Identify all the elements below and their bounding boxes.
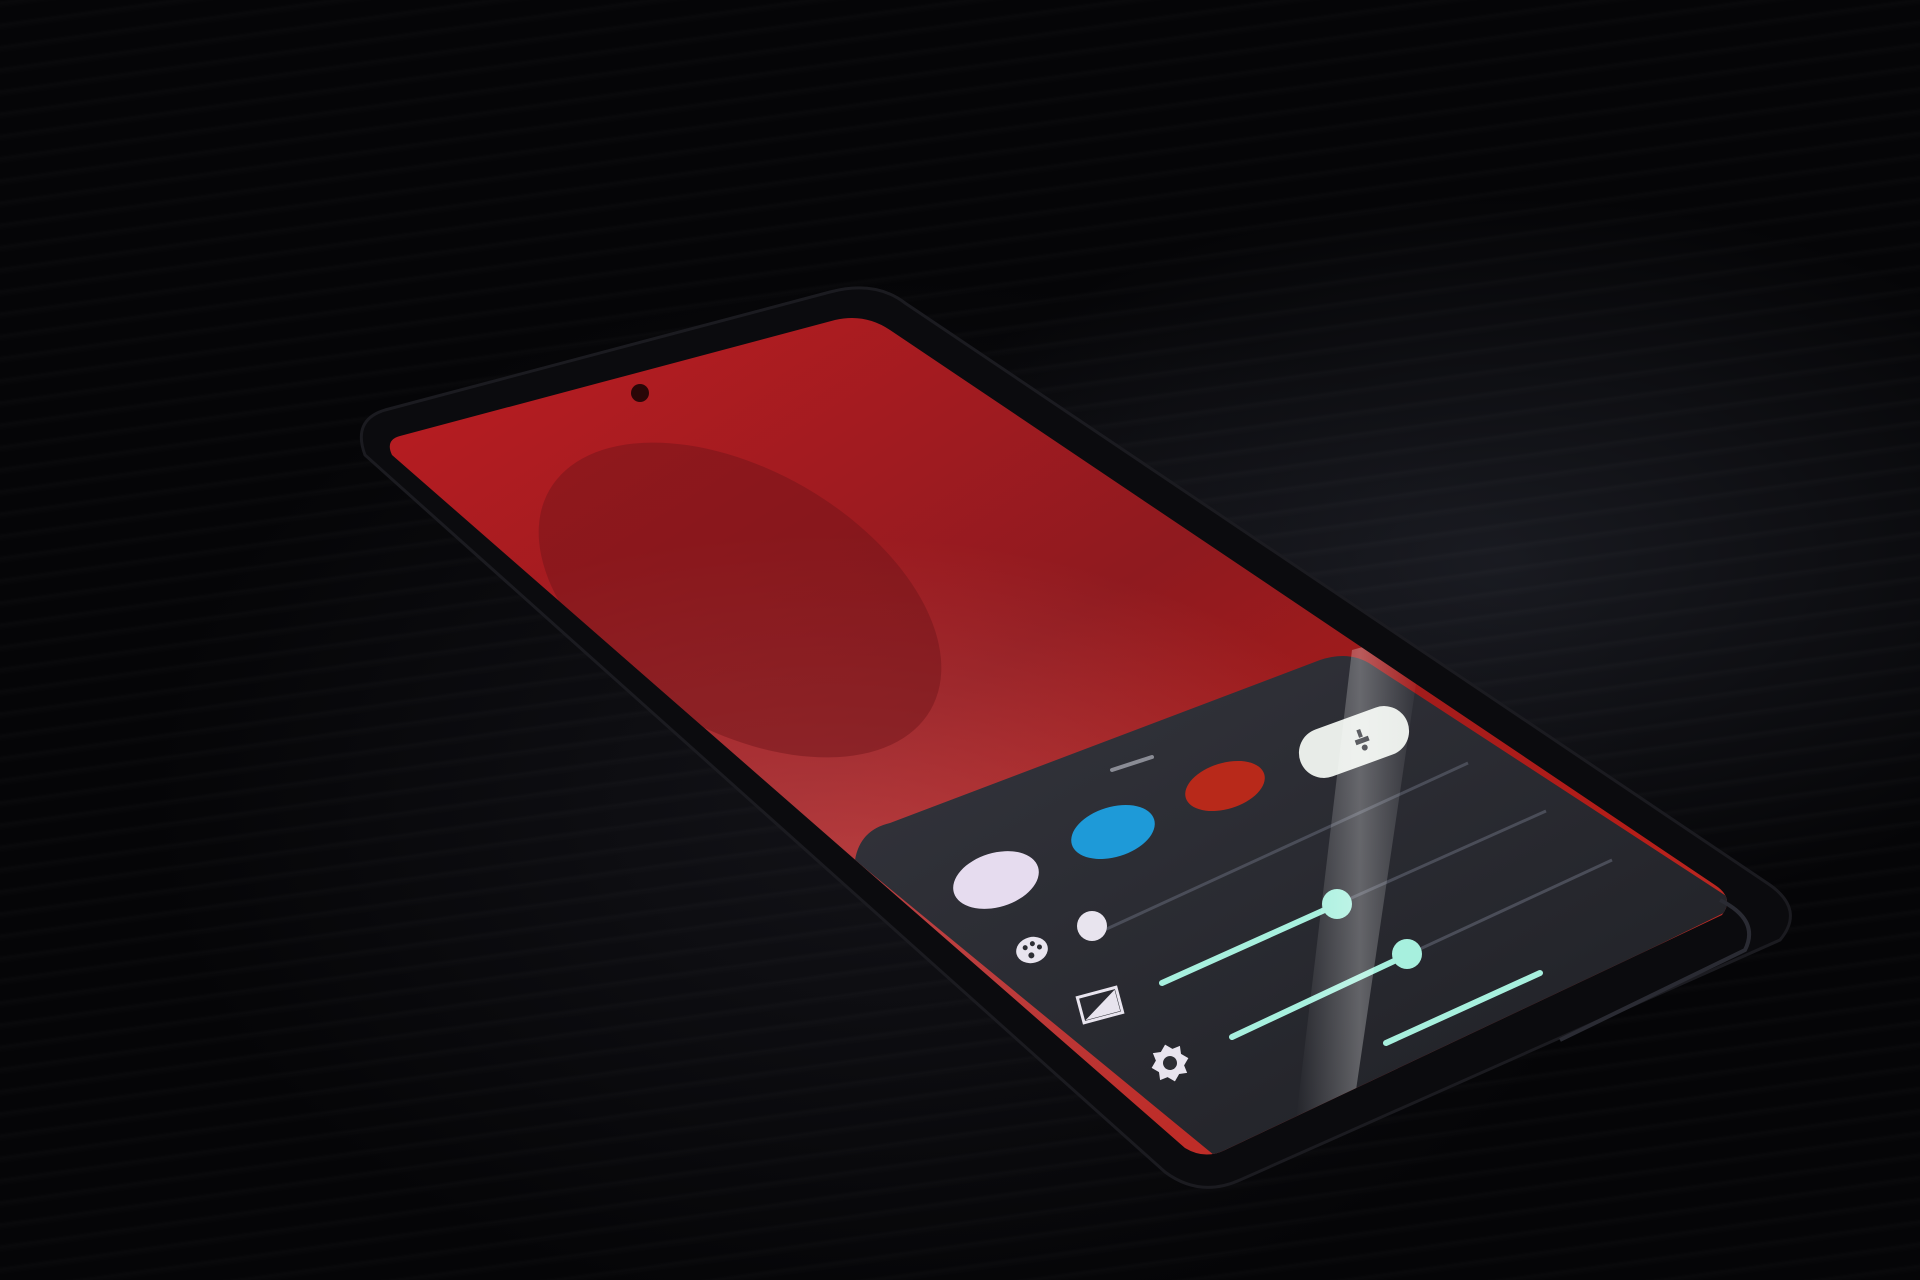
photo-scene: [0, 0, 1920, 1280]
slider-3-thumb[interactable]: [1392, 939, 1422, 969]
slider-1-thumb[interactable]: [1077, 911, 1107, 941]
phone-photo: [359, 286, 1792, 1189]
camera-hole: [631, 384, 649, 402]
